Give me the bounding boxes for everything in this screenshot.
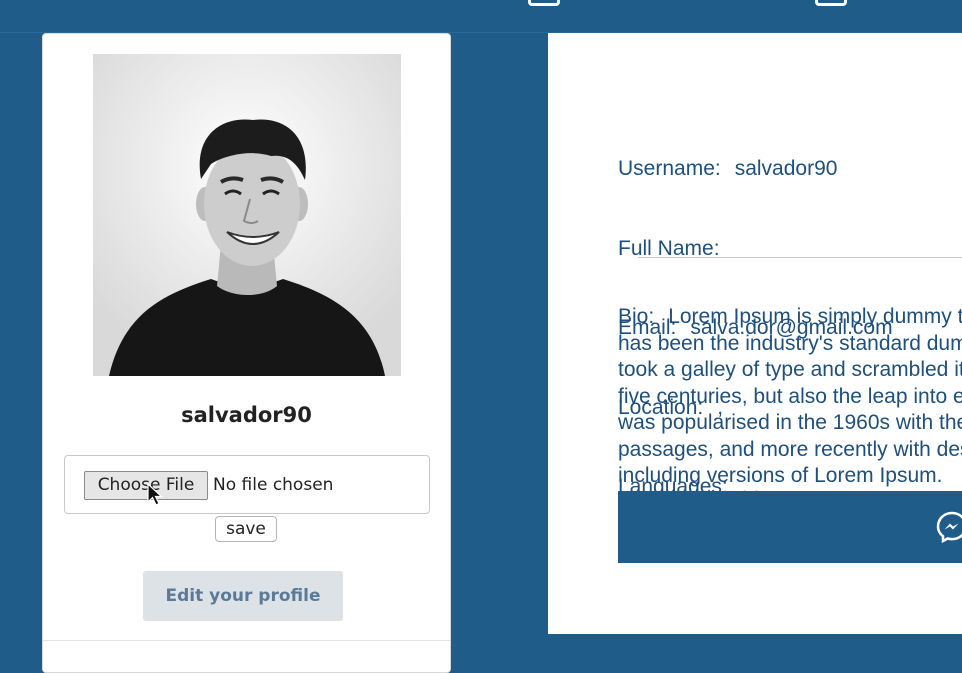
bio-line-text: Lorem Ipsum is simply dummy text of the … [668,305,962,328]
mouse-cursor-icon [147,483,163,506]
send-message-button[interactable] [618,491,962,563]
profile-photo-icon [93,54,401,376]
fullname-row: Full Name: [618,236,893,263]
bio-text: Bio: Lorem Ipsum is simply dummy text of … [618,304,962,490]
bio-line: was popularised in the 1960s with the re… [618,411,962,434]
username-row: Username: salvador90 [618,156,893,183]
profile-info-panel: Username: salvador90 Full Name: Email: sal… [548,33,962,634]
edit-profile-button[interactable]: Edit your profile [143,571,343,621]
avatar [93,54,401,376]
username-value: salvador90 [734,157,838,180]
bio-line: passages, and more recently with desktop… [618,437,962,461]
file-status-text: No file chosen [213,475,334,495]
bio-label: Bio: [618,305,655,328]
bio-line: Bio: Lorem Ipsum is simply dummy text of … [618,304,962,331]
info-divider [638,257,962,258]
window-icon[interactable] [528,0,560,6]
window-icon[interactable] [815,0,847,6]
profile-username: salvador90 [181,403,312,427]
choose-file-button[interactable]: Choose File [84,471,208,500]
bio-line: including versions of Lorem Ipsum. [618,464,943,487]
save-button[interactable]: save [215,516,277,542]
messenger-icon [936,511,962,543]
bio-line: five centuries, but also the leap into e… [618,384,962,408]
card-divider [43,640,450,641]
bio-line: has been the industry's standard dummy t… [618,331,962,355]
top-navbar [0,0,962,33]
profile-card: salvador90 Choose File No file chosen sa… [42,33,451,673]
file-upload-field: Choose File No file chosen [64,455,430,514]
username-label: Username: [618,157,721,180]
bio-line: took a galley of type and scrambled it t… [618,358,962,381]
